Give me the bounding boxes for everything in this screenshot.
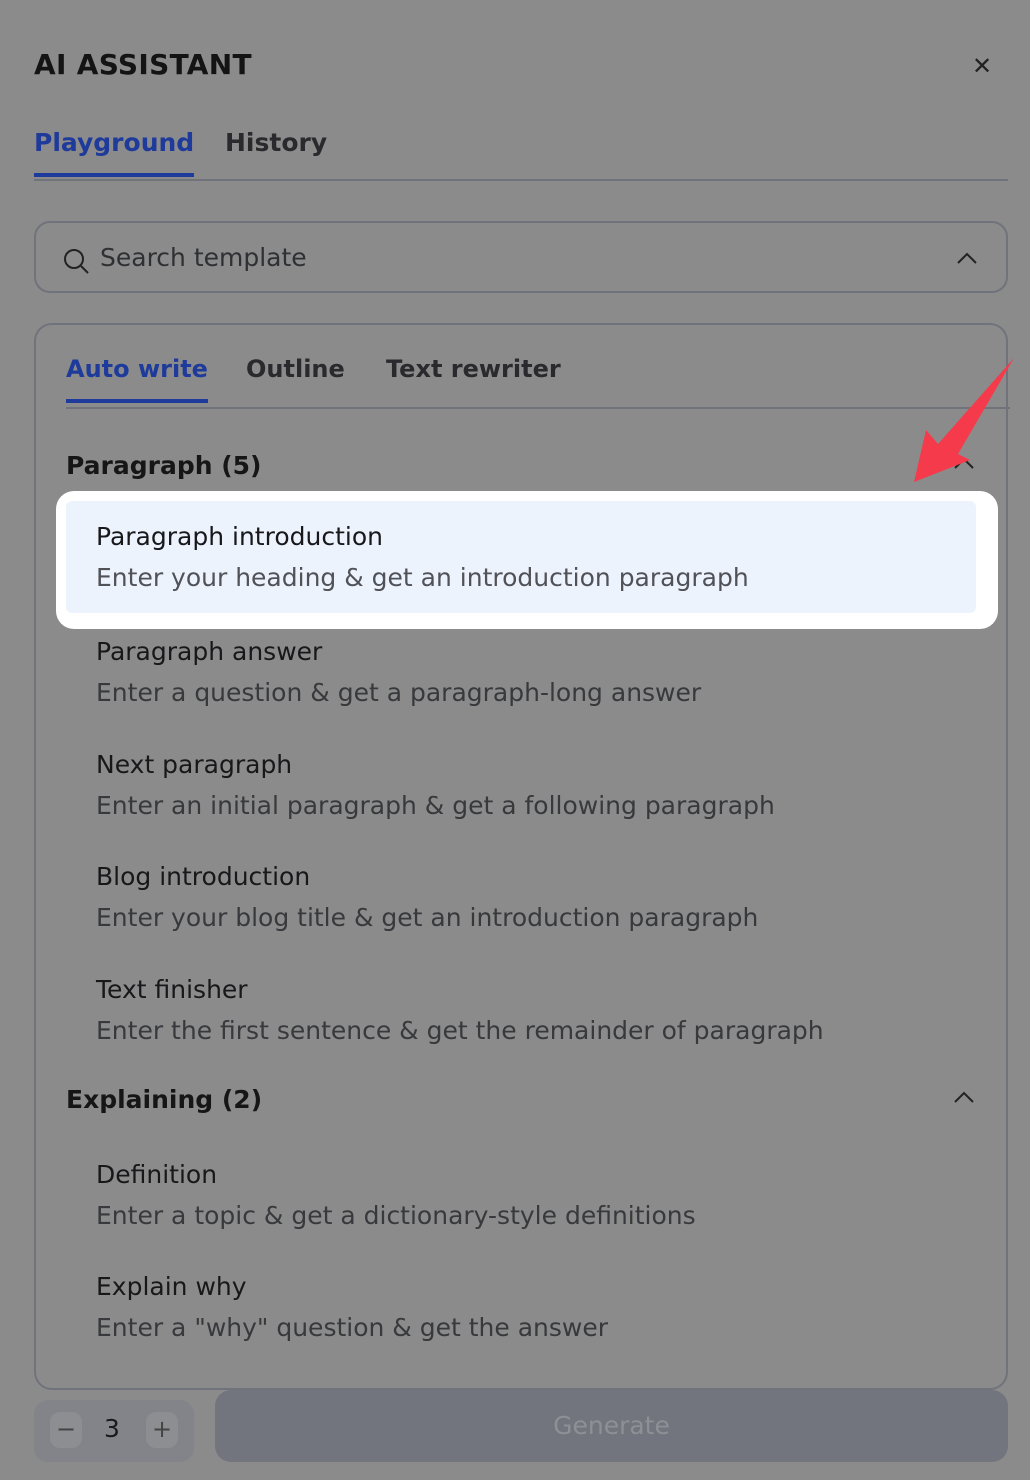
item-desc: Enter a "why" question & get the answer (96, 1313, 609, 1342)
close-icon[interactable]: ✕ (972, 52, 992, 80)
chevron-up-icon[interactable] (956, 251, 978, 265)
tab-outline[interactable]: Outline (246, 355, 345, 383)
list-item[interactable]: Next paragraph Enter an initial paragraph… (66, 730, 976, 840)
item-desc: Enter your heading & get an introduction… (96, 563, 749, 592)
list-item[interactable]: Blog introduction Enter your blog title &… (66, 842, 976, 952)
decrement-button[interactable]: − (50, 1412, 82, 1448)
item-title: Explain why (96, 1272, 247, 1301)
item-title: Blog introduction (96, 862, 311, 891)
chevron-up-icon[interactable] (954, 1087, 974, 1107)
item-desc: Enter your blog title & get an introduct… (96, 903, 759, 932)
highlighted-list-item[interactable]: Paragraph introduction Enter your headin… (56, 491, 998, 629)
list-item[interactable]: Explain why Enter a "why" question & get … (66, 1252, 976, 1362)
list-item[interactable]: Definition Enter a topic & get a dictiona… (66, 1140, 976, 1250)
panel-title: AI ASSISTANT (34, 48, 252, 81)
list-item[interactable]: Text finisher Enter the first sentence & … (66, 955, 976, 1065)
tab-auto-write[interactable]: Auto write (66, 355, 208, 403)
search-icon (64, 249, 89, 274)
increment-button[interactable]: + (146, 1412, 178, 1448)
item-title: Paragraph answer (96, 637, 323, 666)
quantity-stepper: − 3 + (34, 1400, 194, 1462)
search-placeholder: Search template (100, 243, 307, 272)
pointer-arrow-icon (914, 358, 1014, 482)
quantity-value: 3 (104, 1414, 120, 1443)
list-item[interactable]: Paragraph answer Enter a question & get a… (66, 617, 976, 727)
item-title: Text finisher (96, 975, 248, 1004)
main-tabs: Playground History (34, 128, 1008, 181)
generate-button[interactable]: Generate (215, 1390, 1008, 1462)
section-header[interactable]: Paragraph (5) (66, 451, 261, 480)
item-title: Next paragraph (96, 750, 293, 779)
item-desc: Enter an initial paragraph & get a follo… (96, 791, 775, 820)
template-tabs: Auto write Outline Text rewriter (66, 355, 1010, 409)
search-input[interactable]: Search template (34, 221, 1008, 293)
template-panel: Auto write Outline Text rewriter Paragra… (34, 323, 1010, 1390)
item-title: Paragraph introduction (96, 522, 383, 551)
tab-playground[interactable]: Playground (34, 128, 195, 177)
item-background (66, 501, 976, 613)
item-desc: Enter a topic & get a dictionary-style d… (96, 1201, 696, 1230)
tab-text-rewriter[interactable]: Text rewriter (386, 355, 561, 383)
item-desc: Enter the first sentence & get the remai… (96, 1016, 824, 1045)
item-title: Definition (96, 1160, 218, 1189)
tab-history[interactable]: History (225, 128, 327, 157)
item-desc: Enter a question & get a paragraph-long … (96, 678, 702, 707)
section-header[interactable]: Explaining (2) (66, 1085, 262, 1114)
